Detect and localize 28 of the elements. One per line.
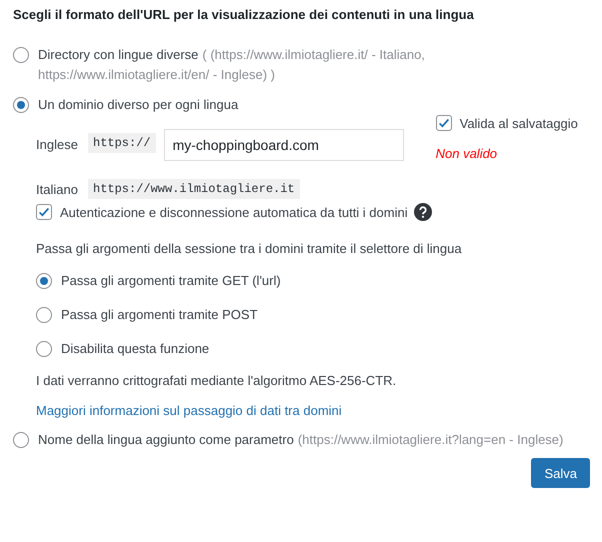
option-label: Directory con lingue diverse ( (https://www.ilmiotagliere.it/ - Italiano, https://www.ilmiotagliere.it/en/ - Inglese) ) [38, 46, 426, 84]
url-prefix: https:// [88, 133, 156, 153]
radio-button[interactable] [36, 341, 52, 357]
checkbox[interactable] [36, 204, 52, 220]
option-label: Passa gli argomenti tramite GET (l'url) [61, 272, 281, 290]
error-message: Non valido [436, 146, 498, 161]
radio-button[interactable] [36, 273, 52, 289]
checkbox-label: Autenticazione e disconnessione automatica da tutti i domini [60, 204, 408, 220]
section-heading: Scegli il formato dell'URL per la visualizzazione dei contenuti in una lingua [13, 7, 475, 22]
save-button[interactable]: Salva [531, 458, 590, 488]
checkbox-label: Valida al salvataggio [460, 116, 578, 130]
domain-input-field[interactable]: my-choppingboard.com [164, 129, 404, 161]
checkbox[interactable] [436, 115, 452, 131]
info-link[interactable]: Maggiori informazioni sul passaggio di dati tra domini [36, 403, 342, 418]
help-icon[interactable] [414, 203, 432, 221]
option-label: Disabilita questa funzione [61, 340, 210, 358]
option-label: Nome della lingua aggiunto come parametro (https://www.ilmiotagliere.it?lang=en - Inglese) [38, 431, 564, 449]
option-label: Un dominio diverso per ogni lingua [38, 96, 240, 114]
radio-button[interactable] [13, 432, 29, 448]
radio-button[interactable] [13, 97, 29, 113]
session-label: Passa gli argomenti della sessione tra i domini tramite il selettore di lingua [36, 241, 463, 256]
radio-button[interactable] [36, 307, 52, 323]
domain-url: https://www.ilmiotagliere.it [88, 179, 300, 199]
language-label: Italiano [36, 182, 79, 196]
encryption-note: I dati verranno crittografati mediante l'algoritmo AES-256-CTR. [36, 373, 398, 388]
option-label: Passa gli argomenti tramite POST [61, 306, 258, 324]
language-label: Inglese [36, 137, 79, 152]
radio-button[interactable] [13, 47, 29, 63]
